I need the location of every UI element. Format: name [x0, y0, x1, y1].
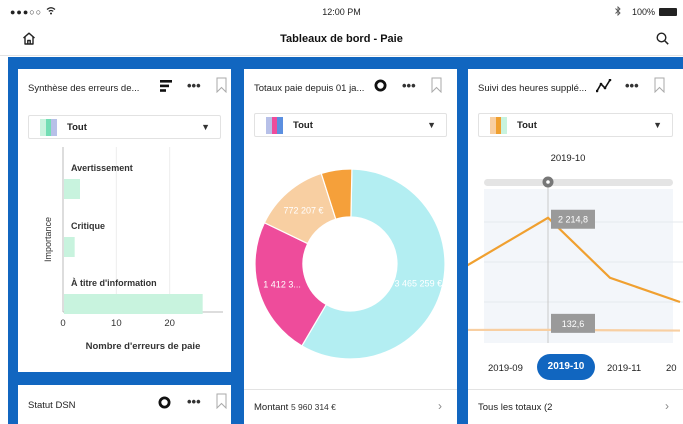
- chevron-down-icon: ▼: [653, 120, 662, 130]
- search-icon[interactable]: [656, 32, 669, 45]
- donut-chart-type-icon[interactable]: [158, 396, 171, 409]
- x-tick-label: 20: [164, 318, 175, 329]
- overtime-line-chart[interactable]: 2 214,8 132,6: [468, 167, 683, 343]
- card-overtime-tracking[interactable]: Suivi des heures supplé... ••• Tout ▼ 20…: [468, 69, 683, 424]
- page-title: Tableaux de bord - Paie: [280, 33, 403, 45]
- tooltip-label: 132,6: [562, 319, 585, 329]
- category-label: À titre d'information: [71, 278, 157, 288]
- y-axis-title: Importance: [43, 217, 53, 262]
- filter-color-swatch: [40, 119, 57, 136]
- chevron-right-icon[interactable]: ›: [438, 399, 442, 413]
- card-title: Suivi des heures supplé...: [478, 83, 587, 94]
- dashboard-board: Synthèse des erreurs de... ••• Tout ▼ 0 1…: [8, 57, 683, 424]
- slider-handle-dot: [546, 180, 550, 184]
- period-chip[interactable]: 2019-11: [607, 363, 641, 374]
- footer-summary[interactable]: Montant 5 960 314 €: [254, 402, 336, 413]
- category-label: Avertissement: [71, 163, 133, 173]
- bar: [64, 237, 75, 257]
- donut-chart-type-icon[interactable]: [374, 79, 387, 92]
- period-chip-selected[interactable]: 2019-10: [537, 354, 595, 380]
- filter-label: Tout: [293, 120, 313, 131]
- divider: [468, 389, 683, 390]
- card-title: Synthèse des erreurs de...: [28, 83, 140, 94]
- period-slider-track: [484, 179, 673, 186]
- period-chip[interactable]: 2019-09: [488, 363, 523, 374]
- filter-dropdown[interactable]: Tout ▼: [478, 113, 673, 137]
- filter-color-swatch: [266, 117, 283, 134]
- filter-label: Tout: [517, 120, 537, 131]
- card-title: Statut DSN: [28, 400, 76, 411]
- more-options-icon[interactable]: •••: [187, 394, 201, 409]
- slice-label: 772 207 €: [283, 205, 323, 215]
- bar-chart-type-icon[interactable]: [160, 80, 174, 92]
- battery-icon: [659, 8, 677, 16]
- filter-dropdown[interactable]: Tout ▼: [28, 115, 221, 139]
- chevron-down-icon: ▼: [427, 120, 436, 130]
- period-chip[interactable]: 20: [666, 363, 677, 374]
- more-options-icon[interactable]: •••: [402, 78, 416, 93]
- battery-percent: 100%: [631, 7, 655, 17]
- card-error-summary[interactable]: Synthèse des erreurs de... ••• Tout ▼ 0 1…: [18, 69, 231, 372]
- filter-label: Tout: [67, 122, 87, 133]
- more-options-icon[interactable]: •••: [625, 78, 639, 93]
- payroll-donut-chart: 3 465 259 € 1 412 3... 772 207 €: [254, 168, 446, 360]
- card-payroll-totals[interactable]: Totaux paie depuis 01 ja... ••• Tout ▼ 3…: [244, 69, 457, 424]
- more-options-icon[interactable]: •••: [187, 78, 201, 93]
- filter-dropdown[interactable]: Tout ▼: [254, 113, 447, 137]
- chevron-right-icon[interactable]: ›: [665, 399, 669, 413]
- x-axis-title: Nombre d'erreurs de paie: [86, 341, 201, 352]
- footer-label: Montant: [254, 402, 289, 413]
- slice-label: 3 465 259 €: [395, 278, 443, 288]
- x-tick-label: 0: [60, 318, 65, 329]
- bluetooth-icon: [615, 6, 621, 16]
- chevron-down-icon: ▼: [201, 122, 210, 132]
- slice-label: 1 412 3...: [263, 280, 301, 290]
- bar: [64, 179, 80, 199]
- bookmark-icon[interactable]: [431, 77, 442, 93]
- clock: 12:00 PM: [322, 7, 361, 17]
- category-label: Critique: [71, 221, 105, 231]
- card-title: Totaux paie depuis 01 ja...: [254, 83, 365, 94]
- line-chart-type-icon[interactable]: [596, 79, 612, 93]
- error-bar-chart: 0 10 20 Avertissement Critique À titre d'info…: [43, 147, 223, 352]
- footer-all-totals[interactable]: Tous les totaux (2: [478, 402, 552, 413]
- bar: [64, 294, 203, 314]
- tooltip-label: 2 214,8: [558, 215, 588, 225]
- status-bar: ●●●○○ 12:00 PM 100%: [0, 0, 683, 22]
- selected-period-label: 2019-10: [550, 153, 586, 164]
- filter-color-swatch: [490, 117, 507, 134]
- bookmark-icon[interactable]: [216, 77, 227, 93]
- card-dsn-status[interactable]: Statut DSN •••: [18, 385, 231, 424]
- x-tick-label: 10: [111, 318, 122, 329]
- bookmark-icon[interactable]: [216, 393, 227, 409]
- footer-value: 5 960 314 €: [290, 402, 336, 412]
- nav-bar: Tableaux de bord - Paie: [0, 22, 683, 56]
- bookmark-icon[interactable]: [654, 77, 665, 93]
- divider: [244, 389, 457, 390]
